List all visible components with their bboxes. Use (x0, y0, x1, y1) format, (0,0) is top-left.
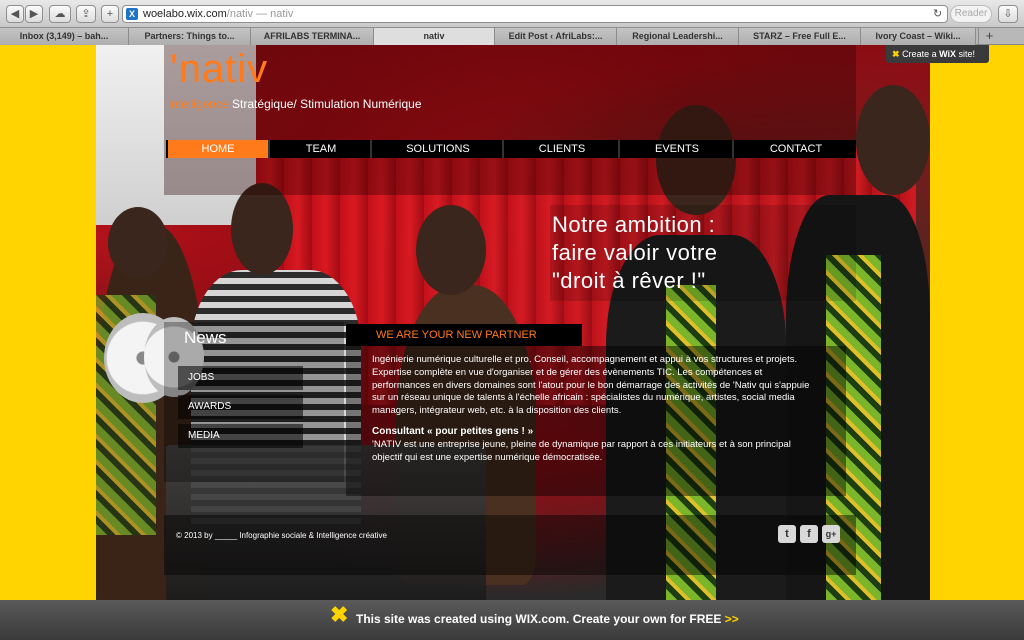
tab-inbox[interactable]: Inbox (3,149) – bah... (0, 28, 129, 45)
content-paragraph: Ingénierie numérique culturelle et pro. … (372, 354, 810, 417)
tab-regional-leadership[interactable]: Regional Leadershi... (617, 28, 739, 45)
photo-head (856, 85, 930, 195)
tab-ivory-coast[interactable]: Ivory Coast – Wiki... (861, 28, 976, 45)
copyright-text: © 2013 by _____ Infographie sociale & In… (176, 531, 387, 540)
photo-head (416, 205, 486, 295)
new-tab-button[interactable]: + (978, 28, 1000, 45)
site-footer: © 2013 by _____ Infographie sociale & In… (164, 515, 856, 575)
create-wix-site-badge[interactable]: ✖ Create a WiX site! (886, 45, 989, 63)
tagline-rest: Stratégique/ Stimulation Numérique (228, 97, 422, 111)
ambition-line: "droit à rêver !" (552, 268, 706, 293)
tab-partners[interactable]: Partners: Things to... (129, 28, 251, 45)
url-domain: woelabo.wix.com (143, 8, 227, 20)
nav-events[interactable]: EVENTS (622, 140, 734, 158)
site-canvas: 'nativ Intelligence Stratégique/ Stimula… (96, 45, 930, 600)
badge-prefix: Create a (902, 49, 940, 59)
ambition-line: Notre ambition : (552, 212, 716, 237)
news-item-awards[interactable]: AWARDS (178, 395, 303, 419)
google-plus-icon[interactable]: g+ (822, 525, 840, 543)
back-button[interactable]: ◀ (6, 5, 24, 23)
badge-brand: WiX (939, 49, 957, 59)
nav-home[interactable]: HOME (168, 140, 270, 158)
nav-solutions[interactable]: SOLUTIONS (374, 140, 504, 158)
wix-bottom-banner[interactable]: ✖ This site was created using WIX.com. C… (0, 600, 1024, 640)
reader-button[interactable]: Reader (950, 5, 992, 23)
tagline-highlight: Intelligence (168, 97, 229, 111)
site-tagline: Intelligence Stratégique/ Stimulation Nu… (168, 97, 422, 111)
nav-contact[interactable]: CONTACT (736, 140, 856, 158)
tab-starz[interactable]: STARZ – Free Full E... (739, 28, 861, 45)
ambition-line: faire valoir votre (552, 240, 718, 265)
add-bookmark-button[interactable]: + (101, 5, 119, 23)
badge-suffix: site! (956, 49, 976, 59)
wix-banner-text[interactable]: This site was created using WIX.com. Cre… (356, 612, 739, 626)
news-panel: News JOBS AWARDS MEDIA (164, 322, 344, 482)
partner-heading: WE ARE YOUR NEW PARTNER (346, 324, 582, 346)
main-nav: HOME TEAM SOLUTIONS CLIENTS EVENTS CONTA… (166, 140, 856, 158)
tab-afrilabs[interactable]: AFRILABS TERMINA... (251, 28, 374, 45)
ambition-statement: Notre ambition : faire valoir votre "dro… (550, 205, 856, 301)
banner-link[interactable]: >> (725, 612, 739, 626)
tab-nativ[interactable]: nativ (374, 28, 495, 45)
site-logo[interactable]: 'nativ (170, 47, 268, 92)
address-bar[interactable]: X woelabo.wix.com/nativ — nativ (122, 5, 948, 23)
wix-logo-icon: ✖ (330, 602, 349, 627)
banner-message: This site was created using WIX.com. Cre… (356, 612, 725, 626)
browser-toolbar: ◀ ▶ ☁ ⇪ + X woelabo.wix.com/nativ — nati… (0, 0, 1024, 28)
wix-logo-icon: ✖ (892, 49, 900, 59)
photo-head (231, 183, 293, 275)
content-subheading: Consultant « pour petites gens ! » (372, 425, 534, 437)
nav-clients[interactable]: CLIENTS (506, 140, 620, 158)
nav-team[interactable]: TEAM (272, 140, 372, 158)
twitter-icon[interactable]: t (778, 525, 796, 543)
content-paragraph: 'NATIV est une entreprise jeune, pleine … (372, 438, 791, 463)
news-item-media[interactable]: MEDIA (178, 424, 303, 448)
url-page-title: — nativ (253, 8, 294, 20)
url-path: /nativ (226, 8, 254, 20)
news-item-jobs[interactable]: JOBS (178, 366, 303, 390)
icloud-icon[interactable]: ☁ (49, 5, 71, 23)
photo-head (108, 207, 168, 279)
downloads-icon[interactable]: ⇩ (998, 5, 1018, 23)
news-title: News (184, 328, 227, 347)
tab-bar: Inbox (3,149) – bah... Partners: Things … (0, 28, 1024, 45)
facebook-icon[interactable]: f (800, 525, 818, 543)
content-box: Ingénierie numérique culturelle et pro. … (346, 346, 846, 496)
reload-icon[interactable]: ↻ (933, 7, 942, 20)
share-icon[interactable]: ⇪ (76, 5, 96, 23)
tab-edit-post[interactable]: Edit Post ‹ AfriLabs:... (495, 28, 617, 45)
forward-button[interactable]: ▶ (25, 5, 43, 23)
site-favicon-icon: X (126, 8, 138, 20)
